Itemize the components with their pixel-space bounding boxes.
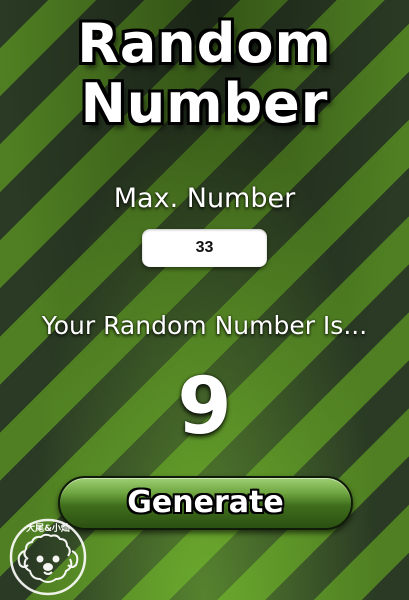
result-label: Your Random Number Is...: [41, 311, 368, 340]
generate-button[interactable]: Generate: [58, 476, 353, 530]
random-number-screen: Random Number Max. Number Your Random Nu…: [0, 0, 409, 600]
watermark-logo: 大尾&小灿: [4, 513, 92, 597]
dog-face-logo-icon: 大尾&小灿: [9, 518, 87, 596]
app-title-line1: Random: [77, 12, 332, 75]
max-number-label: Max. Number: [113, 183, 296, 214]
app-title-line2: Number: [80, 72, 329, 135]
max-number-input[interactable]: [142, 229, 267, 267]
random-number-result: 9: [177, 362, 232, 452]
app-title: Random Number: [0, 14, 409, 134]
watermark-text: 大尾&小灿: [26, 522, 70, 534]
